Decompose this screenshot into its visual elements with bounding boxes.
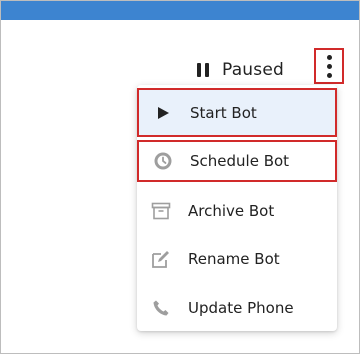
clock-icon — [152, 150, 174, 172]
edit-icon — [150, 248, 172, 270]
menu-item-label: Rename Bot — [188, 249, 280, 268]
menu-item-label: Start Bot — [190, 103, 257, 122]
pause-icon — [197, 63, 209, 77]
bot-actions-menu: Start Bot Schedule Bot Archive Bot Renam… — [137, 85, 337, 331]
more-options-button[interactable] — [314, 48, 344, 84]
status-label: Paused — [222, 60, 284, 80]
menu-item-update-phone[interactable]: Update Phone — [137, 283, 337, 332]
menu-item-schedule-bot[interactable]: Schedule Bot — [137, 140, 337, 182]
app-frame: Paused Start Bot Schedule Bot Archive Bo… — [0, 0, 360, 354]
top-bar — [1, 1, 359, 20]
menu-item-label: Archive Bot — [188, 201, 275, 220]
menu-item-start-bot[interactable]: Start Bot — [137, 88, 337, 137]
menu-item-rename-bot[interactable]: Rename Bot — [137, 234, 337, 283]
archive-icon — [150, 200, 172, 222]
kebab-menu-icon — [326, 54, 332, 60]
kebab-dot — [326, 63, 332, 69]
phone-icon — [150, 297, 172, 319]
menu-item-label: Update Phone — [188, 298, 294, 317]
bot-status: Paused — [197, 57, 284, 83]
play-icon — [152, 102, 174, 124]
menu-item-archive-bot[interactable]: Archive Bot — [137, 186, 337, 235]
kebab-dot — [326, 72, 332, 78]
menu-item-label: Schedule Bot — [190, 152, 290, 170]
